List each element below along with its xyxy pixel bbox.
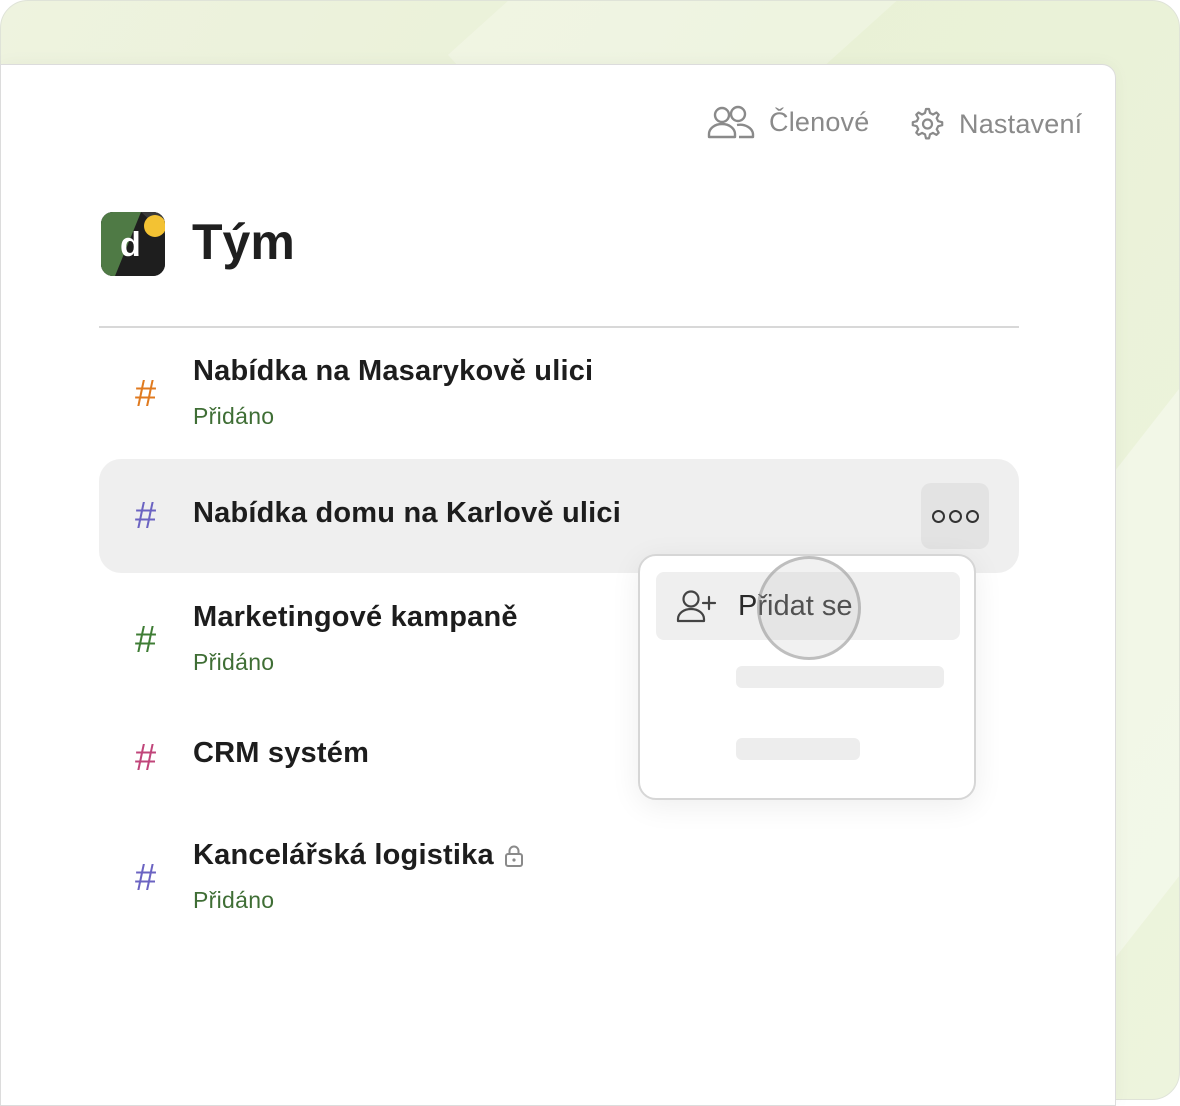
channel-status: Přidáno	[193, 403, 275, 429]
join-channel-menu-item[interactable]: Přidat se	[656, 572, 960, 640]
more-dot-icon	[931, 509, 945, 523]
more-dot-icon	[948, 509, 962, 523]
members-label: Členové	[769, 106, 870, 137]
channel-name: Nabídka domu na Karlově ulici	[193, 497, 622, 529]
hash-icon: #	[135, 495, 157, 537]
members-button[interactable]: Členové	[707, 105, 869, 139]
settings-button[interactable]: Nastavení	[907, 105, 1082, 143]
channel-name: CRM systém	[193, 737, 370, 769]
channel-row[interactable]: # Kancelářská logistika Přidáno	[99, 817, 1019, 935]
channel-options-menu: Přidat se	[638, 554, 976, 800]
settings-label: Nastavení	[959, 108, 1083, 139]
channel-status: Přidáno	[193, 887, 275, 913]
more-dot-icon	[965, 509, 979, 523]
hash-icon: #	[135, 857, 157, 899]
channel-name: Kancelářská logistika	[193, 839, 494, 871]
more-options-button[interactable]	[921, 483, 989, 549]
channel-status: Přidáno	[193, 649, 275, 675]
gear-icon	[911, 107, 944, 140]
hash-icon: #	[135, 373, 157, 415]
team-logo: d	[101, 212, 165, 276]
add-user-icon	[676, 590, 717, 623]
divider	[99, 326, 1019, 328]
users-icon	[707, 105, 755, 139]
page-title: Tým	[192, 214, 295, 270]
placeholder-menu-item[interactable]	[736, 666, 944, 688]
placeholder-menu-item[interactable]	[736, 738, 860, 760]
channel-row[interactable]: # Nabídka na Masarykově ulici Přidáno	[99, 333, 1019, 451]
join-label: Přidat se	[738, 589, 853, 622]
hash-icon: #	[135, 619, 157, 661]
channel-name-wrap: Kancelářská logistika	[193, 839, 524, 872]
channel-name: Nabídka na Masarykově ulici	[193, 355, 594, 387]
lock-icon	[504, 845, 523, 867]
channel-name: Marketingové kampaně	[193, 601, 518, 633]
hash-icon: #	[135, 737, 157, 779]
team-logo-letter: d	[120, 226, 141, 264]
